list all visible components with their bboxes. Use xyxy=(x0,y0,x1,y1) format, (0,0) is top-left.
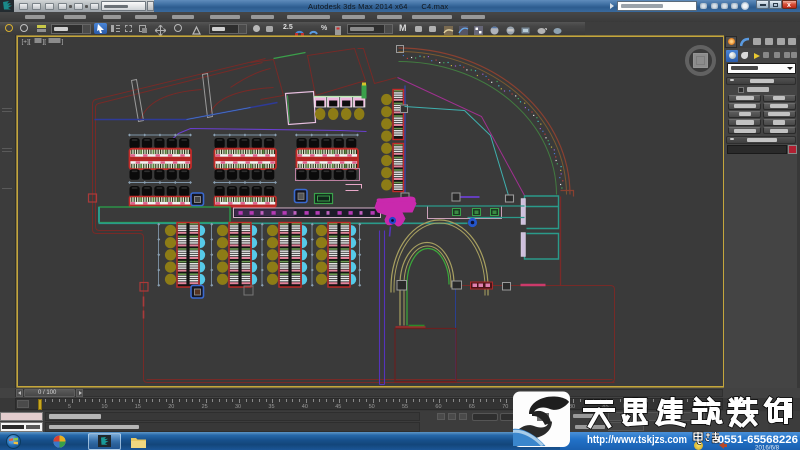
svg-text:][: ][ xyxy=(42,38,46,45)
svg-text:2016/6/8: 2016/6/8 xyxy=(755,445,780,450)
svg-text:]: ] xyxy=(61,38,63,45)
svg-text:[+][: [+][ xyxy=(21,38,30,45)
svg-text:http://www.tskjzs.com: http://www.tskjzs.com xyxy=(587,434,687,446)
